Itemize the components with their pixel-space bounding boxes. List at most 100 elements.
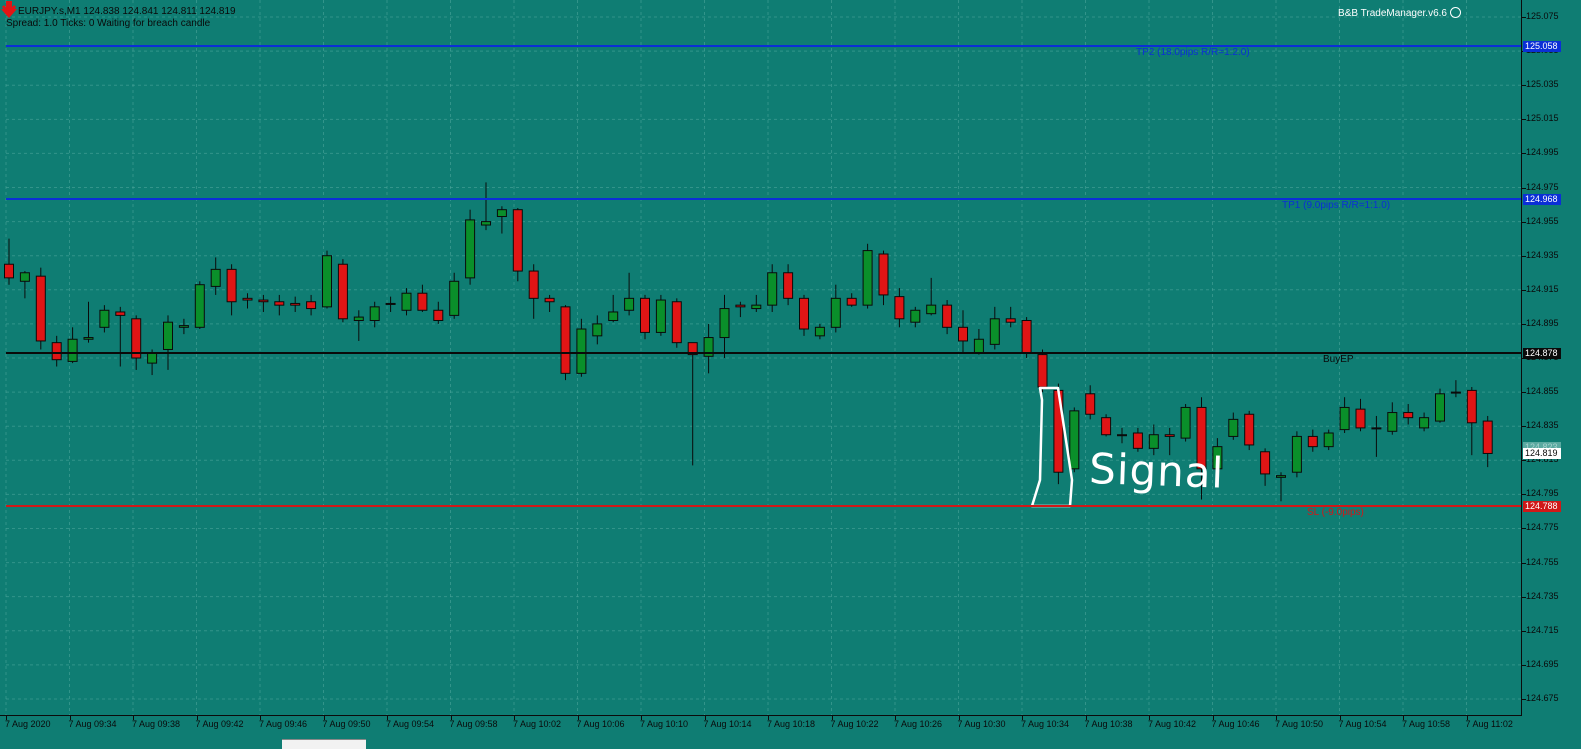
bear-candle-body	[846, 297, 857, 306]
bull-candle-body	[67, 338, 78, 362]
candle	[1482, 415, 1493, 468]
time-tick-label: 7 Aug 10:22	[830, 719, 879, 729]
candle	[417, 284, 428, 312]
time-tick-label: 7 Aug 11:02	[1465, 719, 1513, 729]
bear-candle-body	[1244, 413, 1255, 446]
candle	[783, 264, 794, 306]
candle	[449, 272, 460, 319]
time-tick-label: 7 Aug 10:30	[957, 719, 1006, 729]
candle	[1069, 407, 1080, 473]
price-tick-label: 124.835	[1526, 420, 1559, 431]
candle	[1291, 431, 1302, 478]
candle	[1260, 448, 1271, 486]
candle	[1276, 472, 1286, 502]
bull-candle-body	[163, 321, 173, 350]
bear-candle-body	[1355, 408, 1366, 429]
candle	[401, 288, 412, 316]
candle	[1117, 427, 1127, 444]
time-tick-label: 7 Aug 2020	[5, 719, 51, 729]
bull-candle-body	[1371, 427, 1382, 430]
candle	[942, 300, 953, 335]
candle	[846, 293, 857, 307]
time-tick-label: 7 Aug 10:34	[1021, 719, 1070, 729]
signal-annotation-text: Signal	[1088, 444, 1226, 498]
bull-candle-body	[767, 272, 778, 306]
candle	[830, 284, 841, 333]
price-tick-label: 124.855	[1526, 386, 1559, 397]
bull-candle-body	[592, 323, 603, 337]
bear-candle-body	[512, 209, 523, 272]
price-tick-label: 124.735	[1526, 590, 1559, 601]
symbol-row: EURJPY.s,M1 124.838 124.841 124.811 124.…	[6, 6, 236, 18]
bull-candle-body	[608, 311, 619, 321]
price-tick-label: 124.775	[1526, 522, 1559, 533]
price-axis[interactable]: 125.075125.055125.035125.015124.995124.9…	[1522, 0, 1581, 716]
expert-advisor-label[interactable]: B&B TradeManager.v6.6	[1338, 7, 1461, 19]
bull-candle-body	[481, 221, 491, 226]
candle	[703, 323, 714, 374]
candle	[433, 301, 444, 324]
bull-candle-body	[1435, 393, 1445, 422]
candle	[1355, 398, 1366, 432]
candle	[1101, 414, 1112, 437]
bear-candle-body	[799, 297, 809, 330]
time-axis[interactable]: 7 Aug 2020 7 Aug 09:34 7 Aug 09:38 7 Aug 09…	[0, 716, 1522, 748]
candle	[624, 272, 635, 316]
candle	[687, 342, 698, 466]
bull-candle-body	[465, 219, 476, 279]
entry-price-tag: 124.878	[1523, 347, 1561, 359]
bear-candle-body	[306, 301, 317, 310]
bear-candle-body	[1482, 420, 1493, 454]
bear-candle-body	[735, 304, 746, 308]
price-chart-area[interactable]: EURJPY.s,M1 124.838 124.841 124.811 124.…	[0, 0, 1522, 716]
bear-candle-body	[1307, 435, 1318, 448]
candle	[465, 209, 476, 285]
candle	[1085, 385, 1096, 420]
bull-candle-body	[19, 272, 30, 282]
candle	[767, 264, 778, 312]
time-tick-label: 7 Aug 09:46	[259, 719, 308, 729]
candle	[1403, 404, 1414, 425]
bear-candle-body	[942, 304, 953, 328]
bear-candle-body	[894, 296, 905, 320]
candle	[1419, 412, 1430, 432]
bear-candle-body	[1085, 393, 1096, 415]
current-price-tag: 124.819	[1523, 448, 1561, 460]
candle	[973, 329, 984, 355]
smiley-icon[interactable]	[1450, 7, 1461, 18]
bear-candle-body	[1053, 389, 1064, 473]
bear-candle-body	[1260, 451, 1271, 475]
tp2-level-label: TP2 (18.0pips R/R=1:2.0)	[1136, 47, 1250, 59]
bull-candle-body	[194, 284, 205, 328]
bull-candle-body	[1323, 432, 1334, 448]
bull-candle-body	[719, 308, 730, 339]
sl-price-tag: 124.788	[1523, 501, 1561, 513]
chart-window[interactable]: EURJPY.s,M1 124.838 124.841 124.811 124.…	[0, 0, 1581, 749]
sl-level-line[interactable]	[6, 505, 1521, 508]
chart-header: EURJPY.s,M1 124.838 124.841 124.811 124.…	[6, 6, 236, 30]
tp2-level-line[interactable]	[6, 45, 1521, 48]
bull-candle-body	[1291, 435, 1302, 473]
bull-candle-body	[322, 255, 332, 308]
entry-level-line[interactable]	[6, 351, 1521, 354]
candle	[83, 301, 94, 343]
bear-candle-body	[115, 311, 126, 316]
bear-candle-body	[417, 292, 428, 311]
candle	[608, 294, 619, 323]
bull-candle-body	[83, 337, 94, 340]
candle	[528, 264, 539, 319]
bear-candle-body	[1037, 354, 1048, 388]
bull-candle-body	[1228, 418, 1239, 437]
candle	[210, 257, 221, 295]
bull-candle-body	[178, 325, 189, 328]
price-tick-label: 124.715	[1526, 624, 1559, 635]
candle	[1180, 404, 1191, 442]
candle	[481, 182, 491, 231]
candle	[640, 294, 650, 340]
bull-candle-body	[1180, 406, 1191, 439]
candle	[751, 294, 762, 312]
candle	[592, 315, 603, 345]
bull-candle-body	[369, 306, 380, 321]
entry-level-label: BuyEP	[1323, 353, 1354, 365]
candle	[719, 294, 730, 358]
